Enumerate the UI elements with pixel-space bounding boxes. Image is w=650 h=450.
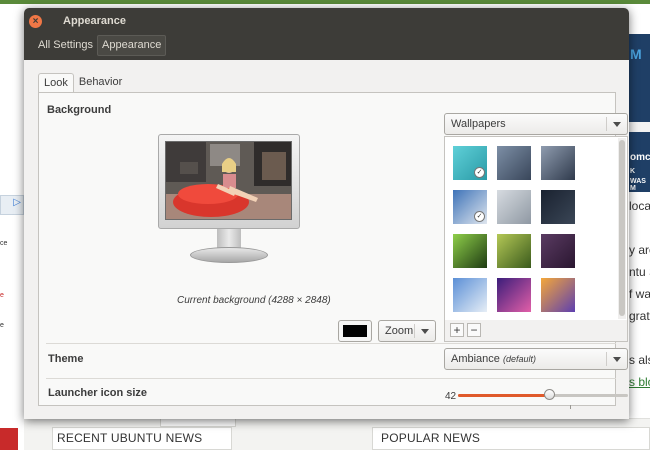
wallpaper-thumb-grey-smoke[interactable] (497, 190, 531, 224)
text-line: f wa (629, 287, 650, 301)
tab-look[interactable]: Look (38, 73, 74, 93)
theme-label: Theme (48, 353, 84, 365)
text-line: y are (629, 243, 650, 257)
left-fragment: e (0, 292, 4, 299)
wallpaper-thumb-blue-droplet[interactable] (497, 146, 531, 180)
slider-fill (458, 394, 550, 397)
background-preview-monitor (158, 134, 300, 266)
combo-separator (606, 352, 607, 366)
chevron-down-icon (613, 122, 621, 127)
ad-text: omc (630, 152, 650, 163)
ad-choice-badge[interactable]: ▷ (0, 195, 24, 215)
slider-tick-mark (570, 405, 571, 409)
wallpaper-thumb-dark-night[interactable] (541, 190, 575, 224)
breadcrumb-appearance[interactable]: Appearance (97, 35, 167, 56)
wallpaper-source-dropdown[interactable]: Wallpapers (444, 113, 628, 135)
title-bar[interactable]: × Appearance All Settings Appearance (24, 8, 629, 60)
wallpaper-source-value: Wallpapers (451, 118, 506, 130)
wallpaper-grid: ✓ ✓ (444, 136, 628, 321)
recent-news-heading: RECENT UBUNTU NEWS (57, 431, 203, 445)
text-line: ntu S (629, 265, 650, 279)
wallpaper-thumb-grass-blades[interactable] (497, 234, 531, 268)
add-wallpaper-button[interactable]: + (450, 323, 464, 337)
wallpaper-photo (166, 142, 291, 219)
zoom-value: Zoom (385, 325, 414, 337)
wallpaper-thumb-green-leaf[interactable] (453, 234, 487, 268)
text-line: loca (629, 199, 650, 213)
tab-behavior[interactable]: Behavior (74, 73, 127, 93)
remove-wallpaper-button[interactable]: − (467, 323, 481, 337)
monitor-neck (217, 229, 241, 249)
wallpaper-thumb-purple-bubble[interactable] (541, 234, 575, 268)
tab-bar: Look Behavior (38, 73, 127, 93)
combo-separator (414, 324, 415, 338)
wallpaper-toolbar: + − (444, 320, 628, 342)
section-divider (46, 343, 616, 344)
wallpaper-thumb-water-drop[interactable] (541, 146, 575, 180)
ad-text: WAS M (630, 178, 646, 192)
ad-text: K (630, 168, 636, 175)
text-line: grat (629, 309, 650, 323)
text-link[interactable]: s blo (629, 371, 650, 393)
left-red-block (0, 428, 18, 450)
slider-handle[interactable] (543, 389, 555, 400)
color-swatch-fill (343, 325, 367, 337)
monitor-base (190, 247, 268, 263)
current-wallpaper-preview (165, 141, 292, 220)
launcher-icon-size-slider[interactable] (458, 389, 628, 400)
breadcrumb-all-settings[interactable]: All Settings (34, 35, 97, 56)
ad-choice-icon: ▷ (13, 197, 21, 208)
ad-text: M (630, 46, 642, 62)
wallpaper-thumb-snowy-mountains[interactable]: ✓ (453, 190, 487, 224)
text-line: s als (629, 353, 650, 367)
current-background-caption: Current background (4288 × 2848) (177, 295, 331, 306)
heading-tab (160, 418, 236, 427)
launcher-icon-size-value: 42 (445, 391, 457, 402)
close-icon[interactable]: × (29, 15, 42, 28)
chevron-down-icon (421, 329, 429, 334)
section-divider (46, 378, 616, 379)
combo-separator (606, 117, 607, 131)
appearance-window: × Appearance All Settings Appearance Loo… (24, 8, 629, 419)
theme-default-suffix: (default) (502, 354, 537, 364)
launcher-icon-size-label: Launcher icon size (48, 387, 148, 399)
right-article-text: loca y are ntu S f wa grat s als s blo (629, 195, 650, 393)
page-top-border (0, 0, 650, 4)
wallpaper-thumb-purple-sunset[interactable] (497, 278, 531, 312)
wallpaper-thumb-blue-peaks[interactable] (453, 278, 487, 312)
wallpaper-thumb-teal-sparkles[interactable]: ✓ (453, 146, 487, 180)
zoom-dropdown[interactable]: Zoom (378, 320, 436, 342)
chevron-down-icon (613, 357, 621, 362)
text-line (629, 217, 650, 239)
wallpaper-scrollbar[interactable] (618, 138, 626, 319)
scrollbar-thumb[interactable] (619, 140, 625, 316)
window-title: Appearance (63, 15, 126, 27)
popular-news-heading: POPULAR NEWS (381, 431, 481, 445)
text-line (629, 327, 650, 349)
theme-value: Ambiance (default) (451, 353, 536, 365)
background-color-button[interactable] (338, 320, 372, 342)
ad-stripe (628, 122, 650, 132)
right-banner-ad[interactable]: M omc K WAS M (628, 34, 650, 192)
selected-check-icon: ✓ (474, 211, 485, 222)
wallpaper-thumb-rainbow-stripes[interactable] (541, 278, 575, 312)
theme-dropdown[interactable]: Ambiance (default) (444, 348, 628, 370)
theme-name: Ambiance (451, 353, 500, 365)
left-fragment: ce (0, 240, 8, 247)
breadcrumb: All Settings Appearance (34, 35, 167, 56)
background-label: Background (47, 104, 112, 116)
selected-check-icon: ✓ (474, 167, 485, 178)
left-fragment: e (0, 322, 4, 329)
